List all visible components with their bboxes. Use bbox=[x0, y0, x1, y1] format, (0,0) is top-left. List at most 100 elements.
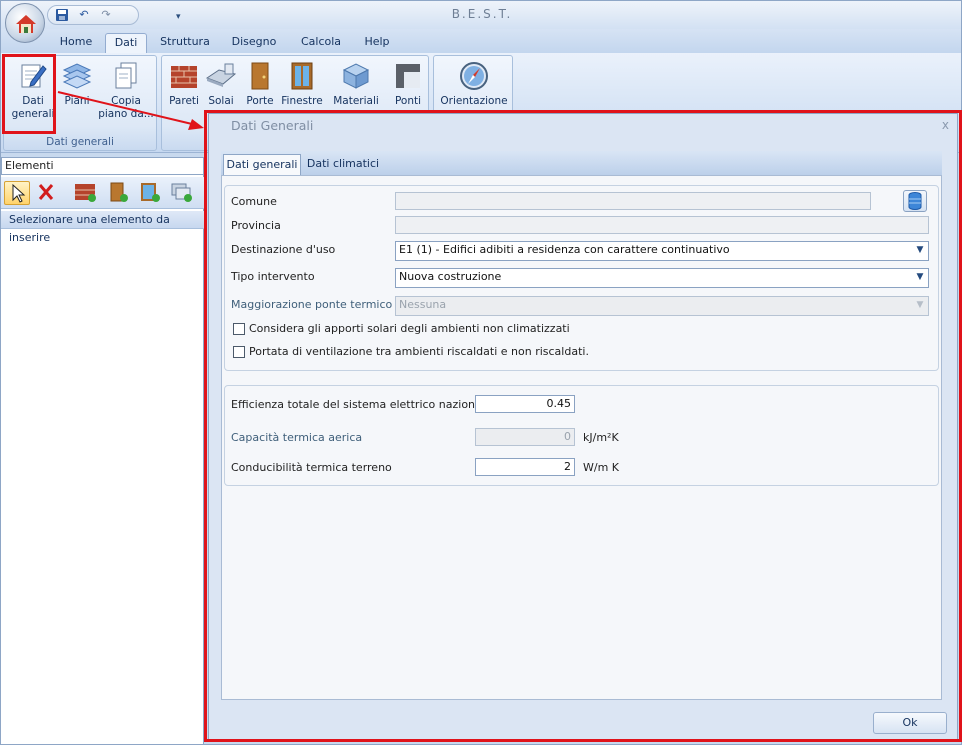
finestre-button[interactable]: Finestre bbox=[280, 58, 324, 108]
porte-button[interactable]: Porte bbox=[242, 58, 278, 108]
chevron-down-icon: ▼ bbox=[916, 300, 924, 310]
conducibilita-field[interactable]: 2 bbox=[475, 458, 575, 476]
maggiorazione-value: Nessuna bbox=[399, 298, 447, 311]
dati-generali-dialog: Dati Generali x Dati generali Dati clima… bbox=[208, 113, 958, 740]
capacita-field: 0 bbox=[475, 428, 575, 446]
tipo-intervento-label: Tipo intervento bbox=[231, 270, 315, 283]
comune-field[interactable] bbox=[395, 192, 871, 210]
provincia-field[interactable] bbox=[395, 216, 929, 234]
callout-dati-generali bbox=[2, 54, 56, 134]
maggiorazione-select: Nessuna ▼ bbox=[395, 296, 929, 316]
pareti-button[interactable]: Pareti bbox=[166, 58, 202, 108]
location-group: Comune Provincia Destinazione d'uso E1 (… bbox=[224, 185, 939, 371]
add-door-icon bbox=[110, 182, 128, 202]
destinazione-value: E1 (1) - Edifici adibiti a residenza con… bbox=[399, 243, 730, 256]
tab-home[interactable]: Home bbox=[53, 33, 99, 53]
tab-disegno[interactable]: Disegno bbox=[227, 33, 281, 53]
chevron-down-icon[interactable]: ▼ bbox=[913, 270, 927, 284]
add-slab-icon bbox=[171, 183, 192, 202]
finestre-label: Finestre bbox=[281, 95, 323, 107]
tab-calcola[interactable]: Calcola bbox=[295, 33, 347, 53]
maggiorazione-label: Maggiorazione ponte termico bbox=[231, 298, 393, 311]
elementi-combo[interactable]: Elementi bbox=[1, 157, 204, 175]
comune-label: Comune bbox=[231, 195, 277, 208]
database-button[interactable] bbox=[903, 190, 927, 212]
pareti-label: Pareti bbox=[169, 95, 199, 107]
chevron-down-icon[interactable]: ▼ bbox=[913, 243, 927, 257]
undo-icon[interactable]: ↶ bbox=[76, 8, 92, 22]
save-icon[interactable] bbox=[54, 8, 70, 22]
wall-icon bbox=[171, 66, 197, 88]
database-icon bbox=[908, 192, 922, 210]
compass-icon bbox=[460, 62, 488, 90]
pointer-icon bbox=[12, 183, 26, 203]
apporti-solari-label: Considera gli apporti solari degli ambie… bbox=[249, 322, 570, 335]
piani-label: Piani bbox=[64, 95, 90, 107]
dialog-title: Dati Generali bbox=[231, 118, 314, 133]
copy-icon bbox=[115, 62, 137, 89]
add-window-button[interactable] bbox=[137, 181, 163, 205]
solai-button[interactable]: Solai bbox=[204, 58, 238, 108]
tab-struttura[interactable]: Struttura bbox=[157, 33, 213, 53]
title-bar: B.E.S.T. ↶ ↷ ▾ bbox=[1, 1, 961, 29]
portata-ventilazione-label: Portata di ventilazione tra ambienti ris… bbox=[249, 345, 589, 358]
copia-piano-label: Copia piano da... bbox=[98, 95, 154, 120]
tipo-intervento-select[interactable]: Nuova costruzione ▼ bbox=[395, 268, 929, 288]
ponti-label: Ponti bbox=[394, 95, 422, 107]
add-wall-icon bbox=[75, 184, 96, 202]
ribbon-tabs: Home Dati Struttura Disegno Calcola Help bbox=[1, 29, 961, 53]
insert-hint: Selezionare una elemento da inserire bbox=[1, 211, 204, 244]
qat-dropdown-icon[interactable]: ▾ bbox=[176, 12, 181, 22]
elements-toolbar bbox=[1, 177, 204, 209]
conducibilita-unit: W/m K bbox=[583, 461, 620, 474]
materials-icon bbox=[342, 63, 370, 89]
efficienza-field[interactable]: 0.45 bbox=[475, 395, 575, 413]
door-icon bbox=[251, 62, 269, 90]
add-slab-button[interactable] bbox=[169, 181, 195, 205]
select-pointer-button[interactable] bbox=[4, 181, 30, 205]
app-title: B.E.S.T. bbox=[451, 7, 513, 21]
porte-label: Porte bbox=[246, 95, 274, 107]
elements-panel: Elementi Selezionare una elemento da ins… bbox=[1, 157, 204, 744]
apporti-solari-checkbox[interactable] bbox=[233, 323, 245, 335]
tab-dati-climatici[interactable]: Dati climatici bbox=[305, 154, 381, 176]
orientazione-label: Orientazione bbox=[440, 95, 508, 107]
tab-dati-generali[interactable]: Dati generali bbox=[223, 154, 301, 176]
destinazione-label: Destinazione d'uso bbox=[231, 243, 336, 256]
floor-slab-icon bbox=[205, 63, 237, 87]
redo-icon[interactable]: ↷ bbox=[98, 8, 114, 22]
add-wall-button[interactable] bbox=[73, 181, 99, 205]
window-icon bbox=[291, 62, 313, 90]
add-window-icon bbox=[141, 183, 160, 202]
capacita-label: Capacità termica aerica bbox=[231, 431, 363, 444]
delete-x-icon bbox=[38, 184, 54, 200]
orientazione-button[interactable]: Orientazione bbox=[436, 58, 512, 108]
portata-ventilazione-checkbox[interactable] bbox=[233, 346, 245, 358]
tab-help[interactable]: Help bbox=[359, 33, 395, 53]
thermal-parameters-group: Efficienza totale del sistema elettrico … bbox=[224, 385, 939, 486]
thermal-bridge-icon bbox=[396, 64, 420, 88]
provincia-label: Provincia bbox=[231, 219, 281, 232]
dialog-content: Comune Provincia Destinazione d'uso E1 (… bbox=[221, 175, 942, 700]
tab-dati[interactable]: Dati bbox=[105, 33, 147, 53]
materiali-button[interactable]: Materiali bbox=[332, 58, 380, 108]
efficienza-label: Efficienza totale del sistema elettrico … bbox=[231, 398, 492, 411]
application-menu-button[interactable] bbox=[5, 3, 45, 43]
capacita-unit: kJ/m²K bbox=[583, 431, 619, 444]
quick-access-toolbar: ↶ ↷ ▾ bbox=[47, 5, 181, 25]
piani-button[interactable]: Piani bbox=[58, 58, 96, 108]
destinazione-select[interactable]: E1 (1) - Edifici adibiti a residenza con… bbox=[395, 241, 929, 261]
tipo-intervento-value: Nuova costruzione bbox=[399, 270, 502, 283]
add-door-button[interactable] bbox=[105, 181, 131, 205]
conducibilita-label: Conducibilità termica terreno bbox=[231, 461, 392, 474]
group-label-dati-generali: Dati generali bbox=[46, 136, 114, 148]
close-icon[interactable]: x bbox=[942, 118, 949, 132]
copia-piano-button[interactable]: Copia piano da... bbox=[96, 58, 156, 121]
materiali-label: Materiali bbox=[333, 95, 379, 107]
floors-icon bbox=[62, 63, 92, 89]
solai-label: Solai bbox=[208, 95, 234, 107]
ok-button[interactable]: Ok bbox=[873, 712, 947, 734]
house-icon bbox=[16, 15, 36, 33]
delete-button[interactable] bbox=[34, 181, 60, 205]
ponti-button[interactable]: Ponti bbox=[388, 58, 428, 108]
